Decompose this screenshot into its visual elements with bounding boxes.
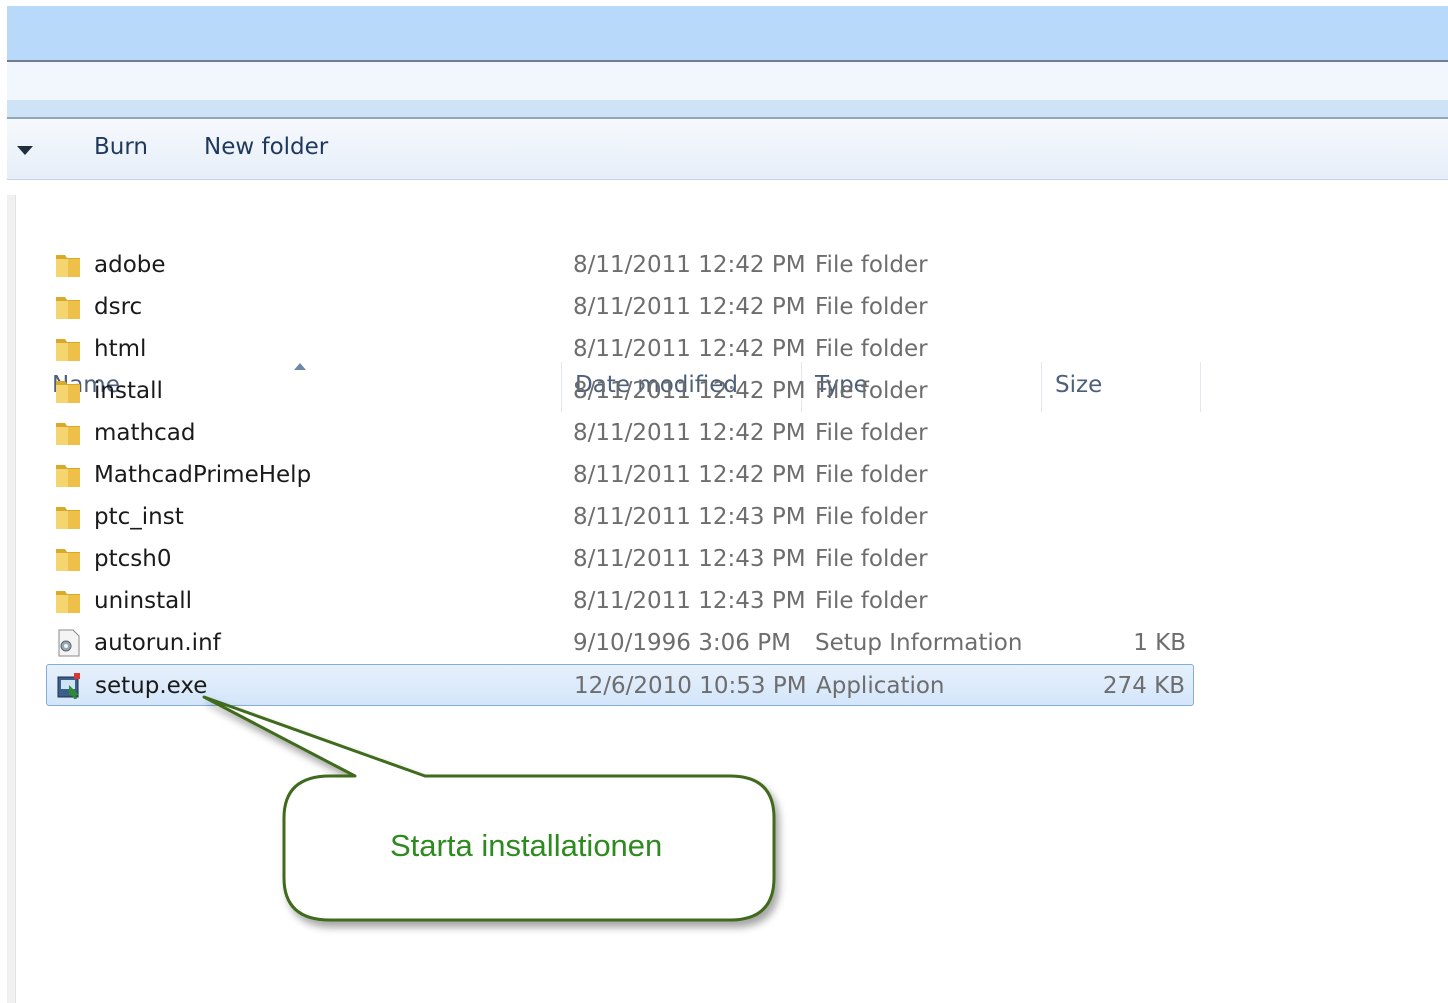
callout-text: Starta installationen — [390, 828, 663, 863]
callout-bubble — [202, 695, 776, 922]
